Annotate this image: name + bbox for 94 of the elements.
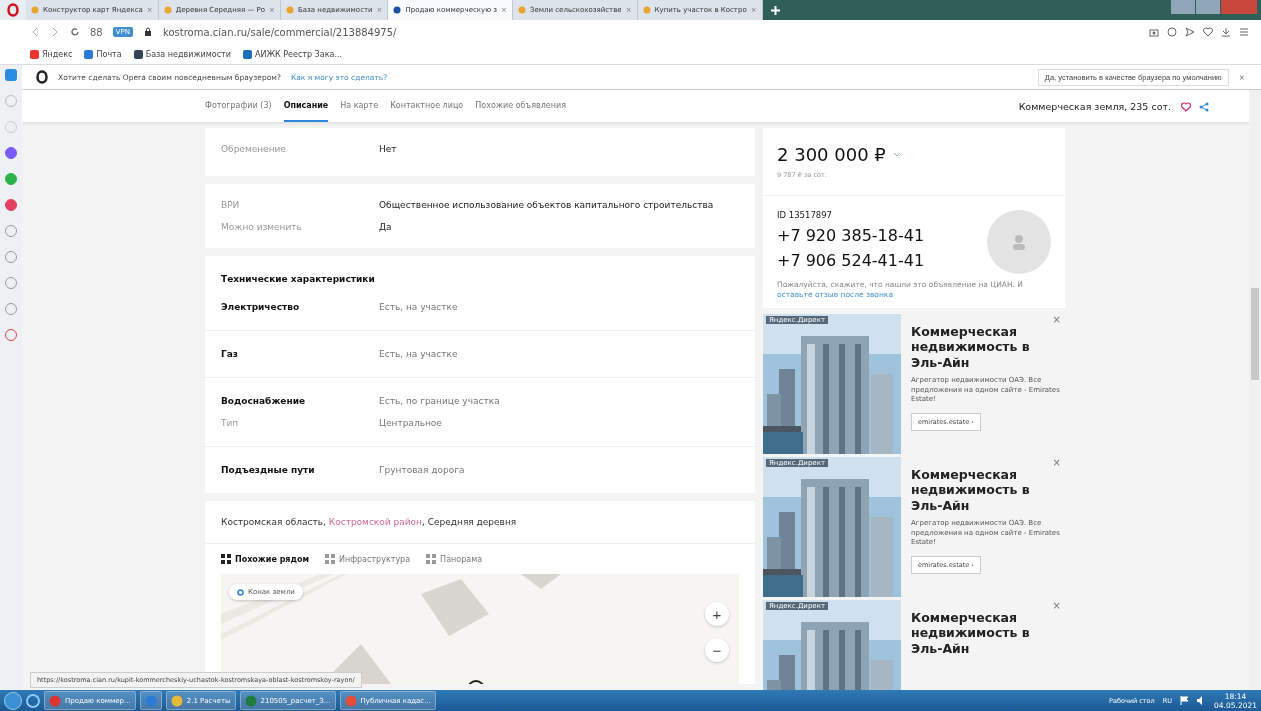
- field-label: Тип: [221, 418, 240, 428]
- listing-title: Коммерческая земля, 235 сот.: [1018, 100, 1171, 112]
- tab-icon: [325, 554, 335, 564]
- app-icon: [344, 694, 357, 707]
- sidebar-icon[interactable]: [5, 277, 17, 289]
- heart-icon[interactable]: [1181, 101, 1191, 112]
- heart-icon[interactable]: [1203, 27, 1213, 37]
- app-icon: [244, 694, 257, 707]
- field-label: ВРИ: [221, 200, 241, 210]
- sidebar-icon[interactable]: [5, 251, 17, 263]
- field-label: Можно изменить: [221, 222, 303, 232]
- tab-icon: [221, 554, 231, 564]
- sidebar-icon[interactable]: [5, 303, 17, 315]
- field-value: Общественное использование объектов капитального строительства: [379, 200, 715, 210]
- site-icon: [163, 6, 172, 14]
- field-label: Подъездные пути: [221, 465, 316, 475]
- sidebar-icon[interactable]: [5, 147, 17, 159]
- tab-icon: [426, 554, 437, 564]
- field-value: Нет: [379, 144, 398, 154]
- send-icon[interactable]: [1185, 27, 1195, 37]
- field-value: Есть, по границе участка: [379, 396, 501, 406]
- circle-icon[interactable]: [1167, 27, 1177, 37]
- field-label: Водоснабжение: [221, 396, 307, 406]
- bookmark-icon: [242, 49, 252, 59]
- bookmark[interactable]: База недвижимости: [133, 49, 231, 59]
- close-button[interactable]: ×: [1052, 599, 1061, 611]
- app-icon: [49, 694, 61, 707]
- speed-dial-button[interactable]: 88: [90, 26, 103, 38]
- bookmark[interactable]: АИЖК Реестр Зака...: [242, 49, 342, 59]
- chevron-icon[interactable]: [893, 152, 900, 157]
- field-value: Да: [379, 222, 393, 232]
- address-field[interactable]: kostroma.cian.ru/sale/commercial/213884975/: [163, 26, 397, 38]
- close-button[interactable]: ×: [1052, 456, 1061, 468]
- bookmark-icon: [84, 49, 94, 59]
- app-icon: [144, 694, 157, 707]
- opera-logo-icon[interactable]: [7, 3, 19, 17]
- field-value: Есть, на участке: [379, 349, 459, 359]
- bookmark-icon: [133, 49, 143, 59]
- sidebar-icon[interactable]: [5, 199, 17, 211]
- site-icon: [393, 6, 402, 14]
- menu-icon[interactable]: [1239, 27, 1249, 37]
- forward-icon[interactable]: [50, 27, 60, 37]
- field-label: Газ: [221, 349, 240, 359]
- sidebar-icon[interactable]: [5, 173, 17, 185]
- camera-icon[interactable]: [1149, 27, 1159, 37]
- listing-id: ID 13517897: [777, 210, 834, 220]
- site-icon: [31, 6, 39, 14]
- flag-icon[interactable]: [1180, 696, 1190, 705]
- opera-logo-icon: [36, 70, 48, 84]
- reload-icon[interactable]: [70, 27, 80, 37]
- map-tab[interactable]: Панорама: [426, 554, 483, 564]
- field-label: Обременение: [221, 144, 287, 154]
- sidebar-icon[interactable]: [5, 69, 17, 81]
- field-label: Электричество: [221, 302, 301, 312]
- sidebar-icon[interactable]: [5, 225, 17, 237]
- browser-icon[interactable]: [26, 693, 40, 708]
- close-button[interactable]: ×: [1052, 313, 1061, 325]
- phone-number[interactable]: +7 920 385-18-41: [777, 226, 987, 245]
- section-tab[interactable]: Контактное лицо: [390, 90, 464, 122]
- person-icon: [1011, 234, 1027, 250]
- price: 2 300 000 ₽: [777, 144, 886, 165]
- bookmark[interactable]: Яндекс: [30, 49, 73, 59]
- share-icon[interactable]: [1199, 101, 1209, 112]
- back-icon[interactable]: [30, 27, 40, 37]
- ad-title[interactable]: Коммерческая недвижимость в Эль-Айн: [911, 323, 1047, 371]
- bookmark-icon: [30, 49, 39, 59]
- app-icon: [170, 694, 183, 707]
- field-value: Грунтовая дорога: [379, 465, 466, 475]
- field-value: Есть, на участке: [379, 302, 459, 312]
- site-icon: [517, 6, 526, 14]
- section-heading: Технические характеристики: [220, 273, 376, 284]
- site-icon: [286, 6, 294, 14]
- ad-title[interactable]: Коммерческая недвижимость в Эль-Айн: [911, 466, 1047, 514]
- dot-icon: [237, 588, 244, 596]
- download-icon[interactable]: [1221, 27, 1231, 37]
- map-tab[interactable]: Инфраструктура: [325, 554, 411, 564]
- map-tab[interactable]: Похожие рядом: [221, 554, 309, 564]
- ad-title[interactable]: Коммерческая недвижимость в Эль-Айн: [911, 609, 1047, 657]
- section-tab[interactable]: На карте: [340, 90, 379, 122]
- lock-icon[interactable]: [143, 27, 153, 37]
- section-tab[interactable]: Описание: [283, 90, 329, 122]
- section-tab[interactable]: Похожие объявления: [475, 90, 566, 122]
- bookmark[interactable]: Почта: [84, 49, 122, 59]
- new-tab-icon[interactable]: [770, 5, 780, 15]
- sidebar-icon[interactable]: [5, 329, 17, 341]
- taskbar-button[interactable]: [139, 691, 162, 710]
- site-icon: [642, 6, 651, 14]
- field-value: Центральное: [379, 418, 443, 428]
- section-tab[interactable]: Фотографии (3): [205, 90, 272, 122]
- phone-number[interactable]: +7 906 524-41-41: [777, 251, 987, 270]
- scrollbar[interactable]: [1249, 90, 1261, 690]
- start-button[interactable]: [4, 691, 22, 710]
- district-link[interactable]: Костромской район: [328, 517, 422, 527]
- address-text: Костромская область, Костромской район, Середняя деревня: [205, 501, 755, 544]
